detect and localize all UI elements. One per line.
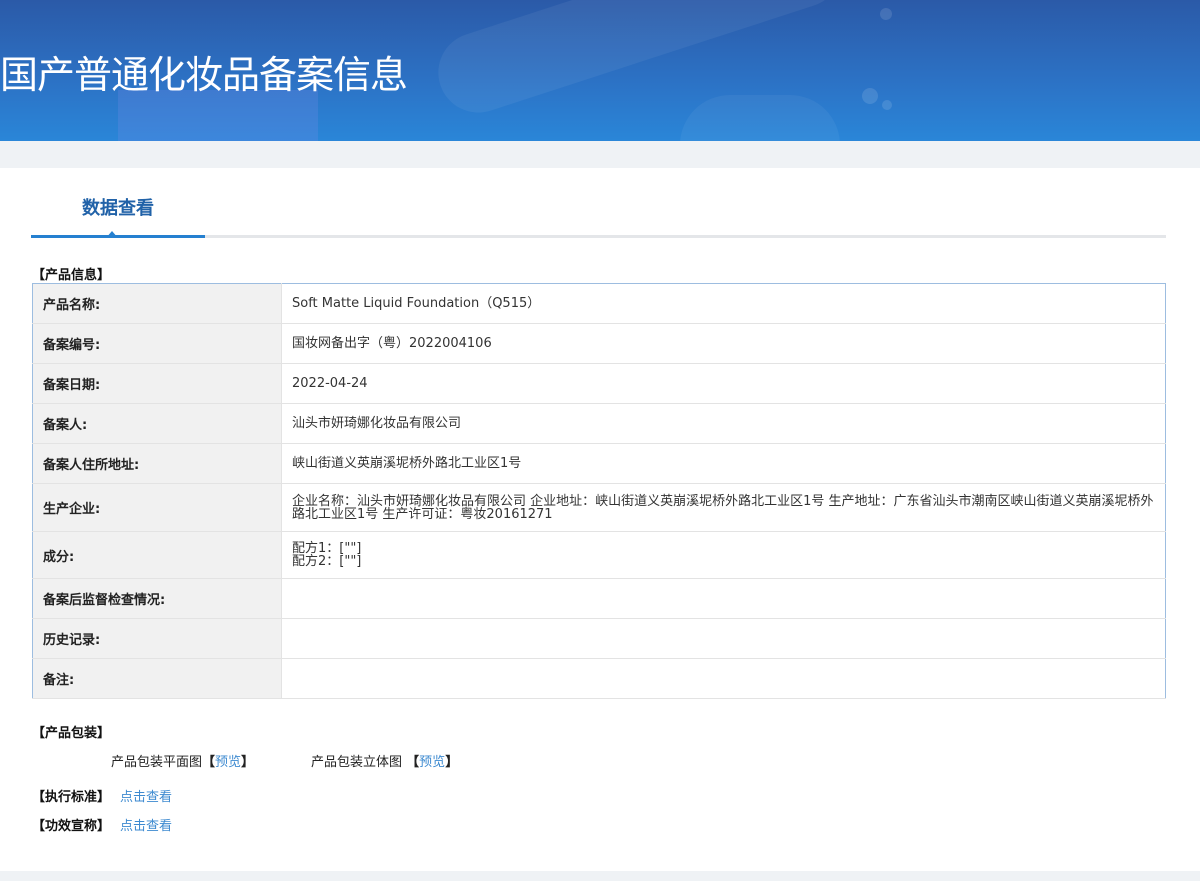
row-label: 备案人住所地址: — [32, 443, 282, 484]
row-value — [281, 658, 1166, 699]
product-info-heading: 【产品信息】 — [32, 268, 111, 283]
table-row: 备案人住所地址: 峡山街道义英崩溪坭桥外路北工业区1号 — [32, 443, 1166, 484]
row-label: 产品名称: — [32, 283, 282, 324]
packaging-flat-preview-link[interactable]: 预览 — [215, 755, 241, 770]
table-row: 备案人: 汕头市妍琦娜化妆品有限公司 — [32, 403, 1166, 444]
row-value: 2022-04-24 — [281, 363, 1166, 404]
standard-heading: 【执行标准】 — [32, 790, 111, 805]
packaging-3d-label: 产品包装立体图 — [311, 755, 403, 770]
packaging-heading: 【产品包装】 — [32, 726, 111, 741]
row-value: 汕头市妍琦娜化妆品有限公司 — [281, 403, 1166, 444]
table-row: 备案日期: 2022-04-24 — [32, 363, 1166, 404]
row-value — [281, 578, 1166, 619]
banner-decoration — [882, 100, 892, 110]
row-value: Soft Matte Liquid Foundation（Q515） — [281, 283, 1166, 324]
banner-decoration — [880, 8, 892, 20]
row-label: 备案编号: — [32, 323, 282, 364]
banner-decoration — [862, 88, 878, 104]
bracket: 【 — [202, 755, 216, 770]
efficacy-view-link[interactable]: 点击查看 — [120, 815, 172, 834]
formula-line: 配方1：[""] — [292, 541, 362, 556]
table-row: 成分: 配方1：[""] 配方2：[""] — [32, 531, 1166, 579]
product-info-table: 产品名称: Soft Matte Liquid Foundation（Q515）备… — [32, 283, 1166, 699]
table-row: 备案编号: 国妆网备出字（粤）2022004106 — [32, 323, 1166, 364]
tab-label: 数据查看 — [82, 198, 154, 219]
row-value: 国妆网备出字（粤）2022004106 — [281, 323, 1166, 364]
bracket: 【 — [406, 755, 420, 770]
header-banner: 国产普通化妆品备案信息 — [0, 0, 1200, 141]
table-row: 产品名称: Soft Matte Liquid Foundation（Q515） — [32, 283, 1166, 324]
row-value — [281, 618, 1166, 659]
table-row: 历史记录: — [32, 618, 1166, 659]
formula-line: 配方2：[""] — [292, 554, 362, 569]
page-title: 国产普通化妆品备案信息 — [0, 53, 408, 97]
row-label: 备注: — [32, 658, 282, 699]
bracket: 】 — [241, 755, 255, 770]
row-value: 峡山街道义英崩溪坭桥外路北工业区1号 — [281, 443, 1166, 484]
row-label: 生产企业: — [32, 483, 282, 532]
tab-data-view[interactable]: 数据查看 — [31, 192, 205, 238]
content-card: 数据查看 【产品信息】 产品名称: Soft Matte Liquid Found… — [0, 168, 1200, 871]
banner-decoration — [680, 95, 840, 141]
active-tab-indicator-icon — [106, 231, 118, 238]
bracket: 】 — [445, 755, 459, 770]
row-value: 企业名称：汕头市妍琦娜化妆品有限公司 企业地址：峡山街道义英崩溪坭桥外路北工业区… — [281, 483, 1166, 532]
row-label: 历史记录: — [32, 618, 282, 659]
standard-view-link[interactable]: 点击查看 — [120, 786, 172, 805]
efficacy-heading: 【功效宣称】 — [32, 819, 111, 834]
packaging-3d-item: 产品包装立体图 【预览】 — [311, 751, 458, 770]
row-value: 配方1：[""] 配方2：[""] — [281, 531, 1166, 579]
packaging-3d-preview-link[interactable]: 预览 — [419, 755, 445, 770]
table-row: 生产企业: 企业名称：汕头市妍琦娜化妆品有限公司 企业地址：峡山街道义英崩溪坭桥外… — [32, 483, 1166, 532]
row-label: 备案人: — [32, 403, 282, 444]
packaging-flat-item: 产品包装平面图【预览】 — [111, 751, 254, 770]
tab-bar: 数据查看 — [31, 192, 1166, 238]
row-label: 备案后监督检查情况: — [32, 578, 282, 619]
table-row: 备案后监督检查情况: — [32, 578, 1166, 619]
row-label: 备案日期: — [32, 363, 282, 404]
packaging-flat-label: 产品包装平面图 — [111, 755, 203, 770]
row-label: 成分: — [32, 531, 282, 579]
table-row: 备注: — [32, 658, 1166, 699]
